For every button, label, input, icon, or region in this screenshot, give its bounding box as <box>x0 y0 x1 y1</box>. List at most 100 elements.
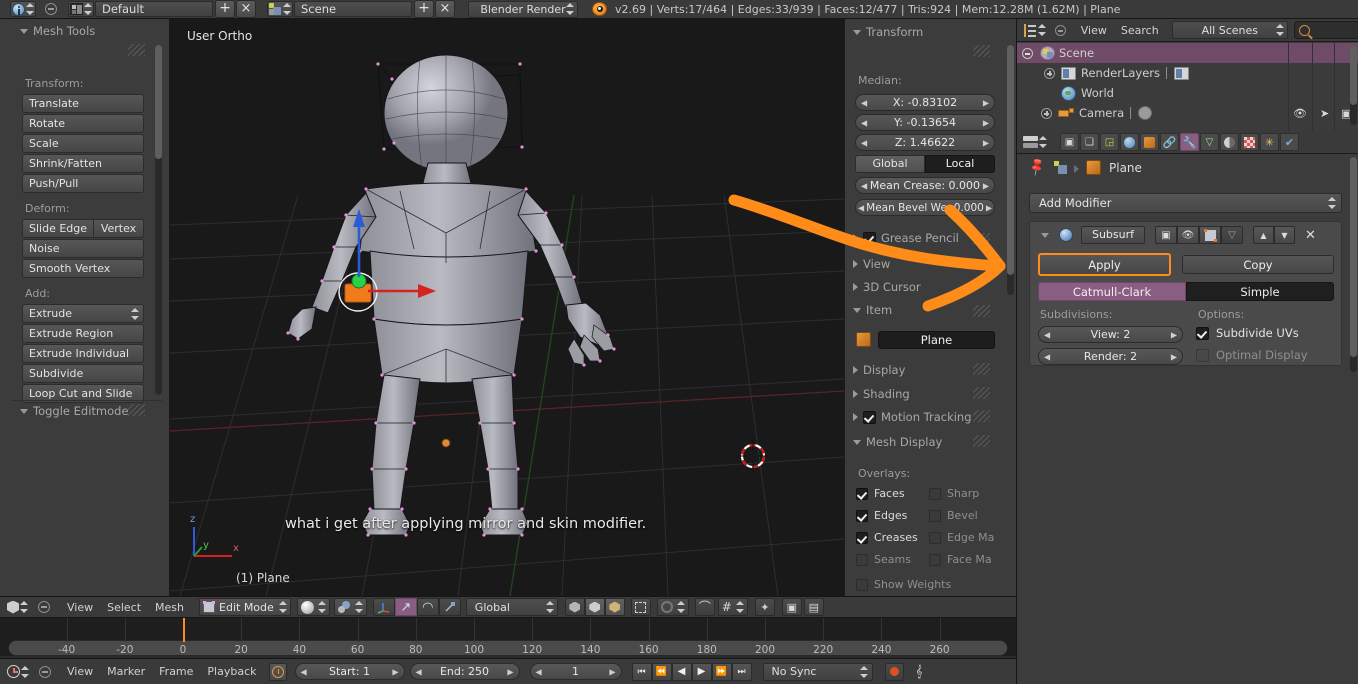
chevron-down-icon[interactable] <box>853 439 861 445</box>
pivot-spinner[interactable] <box>354 599 363 615</box>
chevron-right-icon[interactable] <box>853 234 858 242</box>
increment-arrow-icon[interactable]: ▶ <box>983 135 989 150</box>
toolshelf-scrollbar[interactable] <box>155 45 162 395</box>
3d-viewport[interactable]: User Ortho z y x (1) Plane <box>170 19 844 596</box>
add-modifier-dropdown[interactable]: Add Modifier <box>1029 193 1342 213</box>
noise-button[interactable]: Noise <box>22 239 144 258</box>
snap-magnet-button[interactable]: ⌒ <box>694 598 715 616</box>
add-scene-button[interactable]: + <box>414 0 434 18</box>
3d-cursor-panel-header[interactable]: 3D Cursor <box>853 280 921 294</box>
display-mode-selector[interactable]: All Scenes <box>1171 21 1288 39</box>
mesh-tools-panel-header[interactable]: Mesh Tools <box>20 24 95 38</box>
increment-arrow-icon[interactable]: ▶ <box>507 664 513 679</box>
chevron-down-icon[interactable] <box>853 307 861 313</box>
shading-panel-header[interactable]: Shading <box>853 387 910 401</box>
subdivisions-render-field[interactable]: ◀ Render: 2 ▶ <box>1038 348 1183 365</box>
outliner-menu-view[interactable]: View <box>1074 24 1114 37</box>
vertex-select-mode-button[interactable] <box>564 598 585 616</box>
tab-render-layers[interactable]: ❏ <box>1080 133 1099 151</box>
orientation-spinner[interactable] <box>545 599 554 615</box>
overlay-sharp-row[interactable]: Sharp <box>929 487 979 500</box>
median-x-field[interactable]: ◀ X: -0.83102 ▶ <box>855 94 995 111</box>
modifier-render-toggle[interactable]: ▣ <box>1155 226 1177 244</box>
median-z-field[interactable]: ◀ Z: 1.46622 ▶ <box>855 134 995 151</box>
render-engine-spinner[interactable] <box>565 1 574 17</box>
overlay-faces-row[interactable]: Faces <box>856 487 905 500</box>
screen-layout-name[interactable]: Default <box>95 1 213 17</box>
outliner-row-scene[interactable]: Scene <box>1017 43 1358 63</box>
use-preview-range-button[interactable] <box>268 662 287 681</box>
mesh-display-panel-header[interactable]: Mesh Display <box>853 435 942 449</box>
transform-panel-header[interactable]: Transform <box>853 25 923 39</box>
copy-modifier-button[interactable]: Copy <box>1182 255 1334 274</box>
decrement-arrow-icon[interactable]: ◀ <box>858 200 864 215</box>
increment-arrow-icon[interactable]: ▶ <box>1171 327 1177 342</box>
start-frame-field[interactable]: ◀ Start: 1 ▶ <box>294 663 405 680</box>
timeline-menu-view[interactable]: View <box>60 665 100 678</box>
simple-toggle[interactable]: Simple <box>1186 282 1334 301</box>
editor-type-info-selector[interactable] <box>10 1 36 17</box>
overlay-seams-row[interactable]: Seams <box>856 553 911 566</box>
face-select-mode-button[interactable] <box>604 598 625 616</box>
increment-arrow-icon[interactable]: ▶ <box>983 95 989 110</box>
item-name-field[interactable]: Plane <box>878 331 995 349</box>
smooth-vertex-button[interactable]: Smooth Vertex <box>22 259 144 278</box>
timeline-playhead[interactable] <box>183 618 185 642</box>
limit-selection-visible-button[interactable] <box>630 598 651 616</box>
overlay-edges-row[interactable]: Edges <box>856 509 907 522</box>
opengl-render-button[interactable]: ✦ <box>754 598 775 616</box>
jump-to-end-button[interactable]: ⏭ <box>731 662 752 681</box>
decrement-arrow-icon[interactable]: ◀ <box>301 664 307 679</box>
scale-manipulator-button[interactable] <box>438 598 461 616</box>
show-weights-checkbox[interactable] <box>856 578 868 591</box>
tab-texture[interactable] <box>1240 133 1259 151</box>
interaction-mode-selector[interactable]: Edit Mode <box>199 598 291 616</box>
rotate-manipulator-button[interactable]: ◠ <box>416 598 439 616</box>
mean-crease-field[interactable]: ◀ Mean Crease: 0.000 ▶ <box>855 177 995 194</box>
apply-modifier-button[interactable]: Apply <box>1038 253 1171 276</box>
decrement-arrow-icon[interactable]: ◀ <box>1044 349 1050 364</box>
tab-object-data[interactable]: ▽ <box>1200 133 1219 151</box>
expander-plus-icon[interactable] <box>1041 107 1052 119</box>
increment-arrow-icon[interactable]: ▶ <box>983 115 989 130</box>
decrement-arrow-icon[interactable]: ◀ <box>861 115 867 130</box>
screen-layout-spinner[interactable] <box>83 1 92 17</box>
add-modifier-spinner[interactable] <box>1327 195 1336 211</box>
editor-type-timeline-selector[interactable] <box>6 664 30 680</box>
snap-element-selector[interactable]: # <box>717 598 748 616</box>
screen-layout-selector[interactable] <box>68 1 94 17</box>
tab-constraints[interactable]: 🔗 <box>1160 133 1179 151</box>
mean-bevel-weight-field[interactable]: ◀ Mean Bevel We: 0.000 ▶ <box>855 199 995 216</box>
rotate-button[interactable]: Rotate <box>22 114 144 133</box>
increment-arrow-icon[interactable]: ▶ <box>986 200 992 215</box>
sync-mode-selector[interactable]: No Sync <box>762 662 873 681</box>
end-frame-field[interactable]: ◀ End: 250 ▶ <box>409 663 520 680</box>
editor-type-spinner[interactable] <box>1038 134 1047 150</box>
modifier-viewport-toggle[interactable]: 👁 <box>1177 226 1199 244</box>
extrude-dropdown[interactable]: Extrude <box>22 304 144 323</box>
window-menu-collapse-icon[interactable] <box>45 3 57 15</box>
chevron-right-icon[interactable] <box>853 413 858 421</box>
modifier-cage-toggle[interactable]: ▽ <box>1221 226 1243 244</box>
faces-checkbox[interactable] <box>856 487 868 500</box>
translate-button[interactable]: Translate <box>22 94 144 113</box>
editor-type-spinner[interactable] <box>1037 22 1046 38</box>
chevron-right-icon[interactable] <box>853 260 858 268</box>
delete-screen-layout-button[interactable]: × <box>236 0 256 18</box>
outliner-collapse-icon[interactable] <box>1054 24 1066 36</box>
subdivide-uvs-row[interactable]: Subdivide UVs <box>1196 326 1299 340</box>
toggle-editmode-panel-header[interactable]: Toggle Editmode <box>20 404 129 418</box>
npanel-scrollbar[interactable] <box>1007 45 1014 295</box>
edges-checkbox[interactable] <box>856 509 868 522</box>
properties-scrollbar[interactable] <box>1350 157 1357 372</box>
editor-type-outliner-selector[interactable] <box>1023 22 1047 38</box>
chevron-right-icon[interactable] <box>853 390 858 398</box>
display-panel-header[interactable]: Display <box>853 363 905 377</box>
header-collapse-icon[interactable] <box>38 601 50 613</box>
increment-arrow-icon[interactable]: ▶ <box>609 664 615 679</box>
restrict-view-icon[interactable]: 👁 <box>1293 107 1307 120</box>
play-button[interactable]: ▶ <box>691 662 712 681</box>
tab-modifiers[interactable]: 🔧 <box>1180 133 1199 151</box>
face-marks-checkbox[interactable] <box>929 553 941 566</box>
overlay-edge-marks-row[interactable]: Edge Ma <box>929 531 994 544</box>
